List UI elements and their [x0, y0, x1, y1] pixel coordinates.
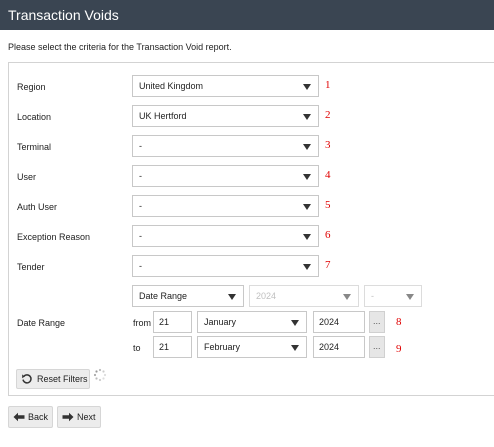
- region-label: Region: [17, 82, 46, 92]
- reset-filters-button[interactable]: Reset Filters: [16, 369, 90, 389]
- marker-8: 8: [396, 316, 402, 328]
- chevron-down-icon: [303, 174, 311, 180]
- terminal-label: Terminal: [17, 142, 52, 152]
- chevron-down-icon: [303, 144, 311, 150]
- chevron-down-icon: [303, 114, 311, 120]
- marker-7: 7: [325, 259, 331, 271]
- terminal-select[interactable]: -: [132, 135, 319, 157]
- user-label: User: [17, 172, 37, 182]
- ellipsis-icon: ...: [373, 316, 381, 326]
- year-select[interactable]: 2024: [249, 285, 359, 307]
- region-select[interactable]: United Kingdom: [132, 75, 319, 97]
- undo-icon: [22, 374, 32, 384]
- location-value: UK Hertford: [139, 111, 187, 121]
- back-label: Back: [28, 412, 49, 422]
- auth-user-select[interactable]: -: [132, 195, 319, 217]
- period-select-value: -: [371, 291, 374, 301]
- marker-5: 5: [325, 199, 331, 211]
- marker-9: 9: [396, 343, 402, 355]
- marker-4: 4: [325, 169, 331, 181]
- next-label: Next: [77, 412, 96, 422]
- marker-2: 2: [325, 109, 331, 121]
- user-select[interactable]: -: [132, 165, 319, 187]
- to-label: to: [133, 343, 141, 353]
- to-month-value: February: [204, 342, 241, 352]
- chevron-down-icon: [343, 294, 351, 300]
- exception-reason-label: Exception Reason: [17, 232, 91, 242]
- exception-reason-value: -: [139, 231, 142, 241]
- tender-select[interactable]: -: [132, 255, 319, 277]
- from-label: from: [133, 318, 151, 328]
- spinner-icon: [93, 368, 107, 382]
- ellipsis-icon: ...: [373, 341, 381, 351]
- to-year-input[interactable]: 2024: [313, 336, 365, 358]
- chevron-down-icon: [406, 294, 414, 300]
- reset-filters-label: Reset Filters: [37, 374, 88, 384]
- chevron-down-icon: [303, 84, 311, 90]
- chevron-down-icon: [291, 320, 299, 326]
- chevron-down-icon: [303, 264, 311, 270]
- chevron-down-icon: [303, 204, 311, 210]
- location-label: Location: [17, 112, 52, 122]
- next-button[interactable]: Next: [57, 406, 101, 428]
- from-day-value: 21: [159, 317, 170, 327]
- user-value: -: [139, 171, 142, 181]
- to-month-select[interactable]: February: [197, 336, 307, 358]
- date-range-mode-value: Date Range: [139, 291, 188, 301]
- tender-value: -: [139, 261, 142, 271]
- page-title: Transaction Voids: [8, 7, 119, 23]
- auth-user-label: Auth User: [17, 202, 58, 212]
- marker-1: 1: [325, 79, 331, 91]
- from-day-input[interactable]: 21: [153, 311, 192, 333]
- from-year-input[interactable]: 2024: [313, 311, 365, 333]
- chevron-down-icon: [291, 345, 299, 351]
- from-month-select[interactable]: January: [197, 311, 307, 333]
- year-select-value: 2024: [256, 291, 277, 301]
- to-date-picker-button[interactable]: ...: [369, 336, 385, 358]
- intro-text: Please select the criteria for the Trans…: [8, 42, 232, 52]
- from-month-value: January: [204, 317, 237, 327]
- auth-user-value: -: [139, 201, 142, 211]
- marker-3: 3: [325, 139, 331, 151]
- from-year-value: 2024: [319, 317, 340, 327]
- to-year-value: 2024: [319, 342, 340, 352]
- from-date-picker-button[interactable]: ...: [369, 311, 385, 333]
- region-value: United Kingdom: [139, 81, 204, 91]
- date-range-label: Date Range: [17, 318, 66, 328]
- tender-label: Tender: [17, 262, 45, 272]
- to-day-input[interactable]: 21: [153, 336, 192, 358]
- terminal-value: -: [139, 141, 142, 151]
- date-range-mode-select[interactable]: Date Range: [132, 285, 244, 307]
- arrow-right-icon: [62, 412, 74, 422]
- location-select[interactable]: UK Hertford: [132, 105, 319, 127]
- chevron-down-icon: [303, 234, 311, 240]
- period-select[interactable]: -: [364, 285, 422, 307]
- marker-6: 6: [325, 229, 331, 241]
- report-header: Transaction Voids: [0, 0, 494, 30]
- exception-reason-select[interactable]: -: [132, 225, 319, 247]
- to-day-value: 21: [159, 342, 170, 352]
- back-button[interactable]: Back: [8, 406, 53, 428]
- arrow-left-icon: [13, 412, 25, 422]
- chevron-down-icon: [228, 294, 236, 300]
